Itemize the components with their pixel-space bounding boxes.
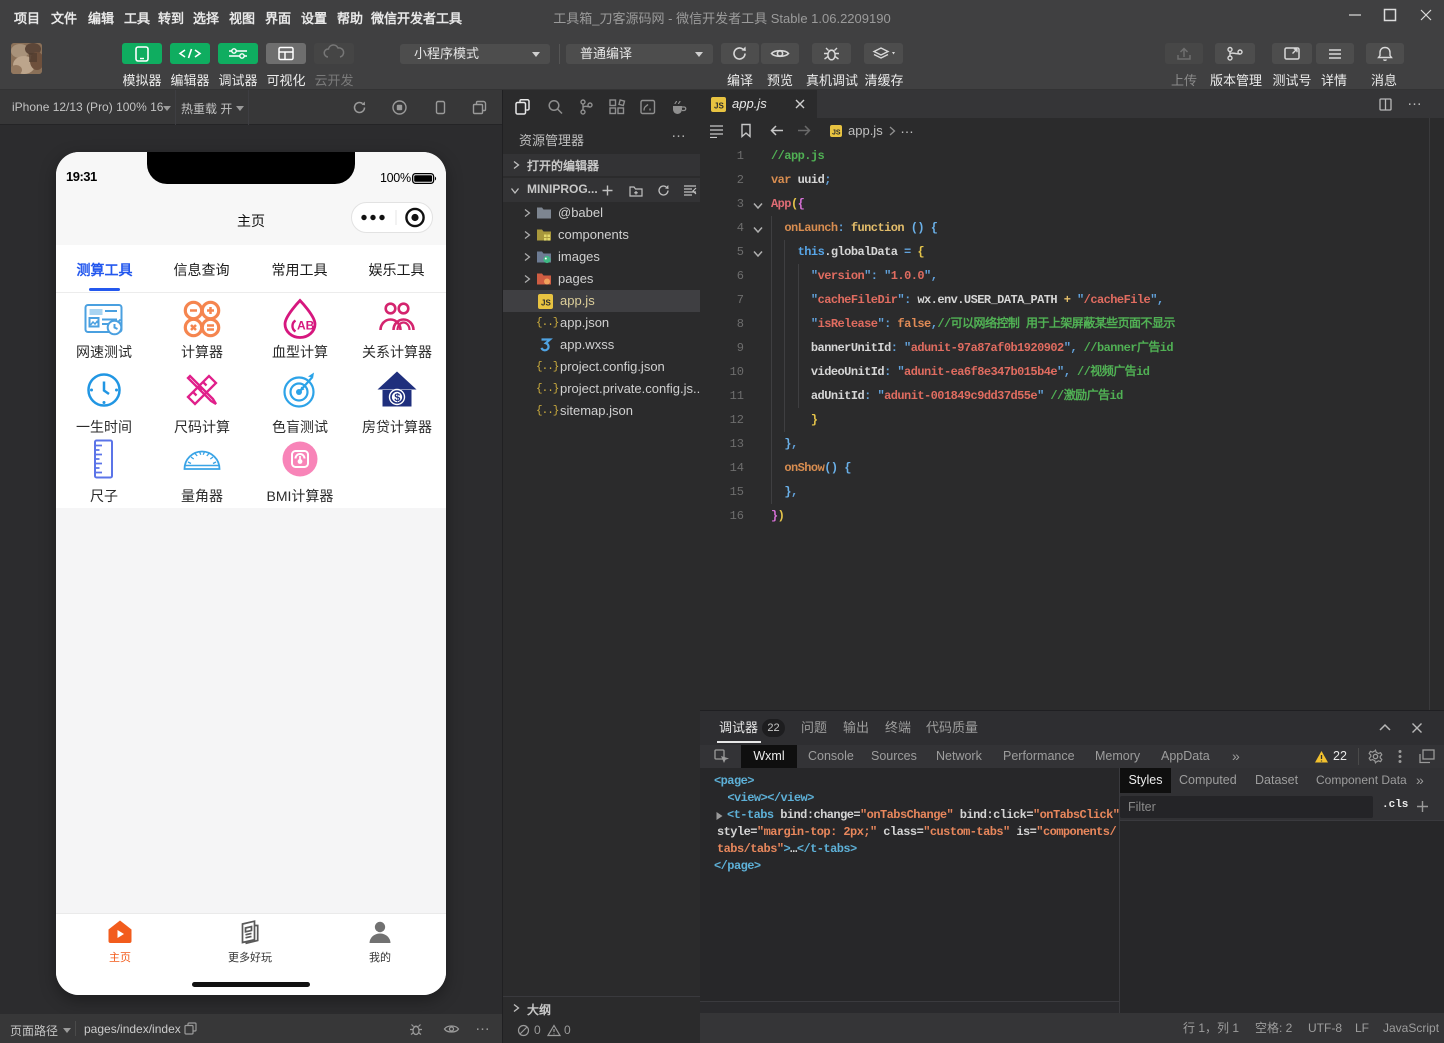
svg-text:JS: JS [714, 102, 724, 111]
svg-text:JS: JS [832, 130, 841, 137]
svg-text:$: $ [394, 392, 400, 404]
svg-text:JS: JS [541, 299, 551, 308]
svg-text:AB: AB [297, 319, 315, 333]
